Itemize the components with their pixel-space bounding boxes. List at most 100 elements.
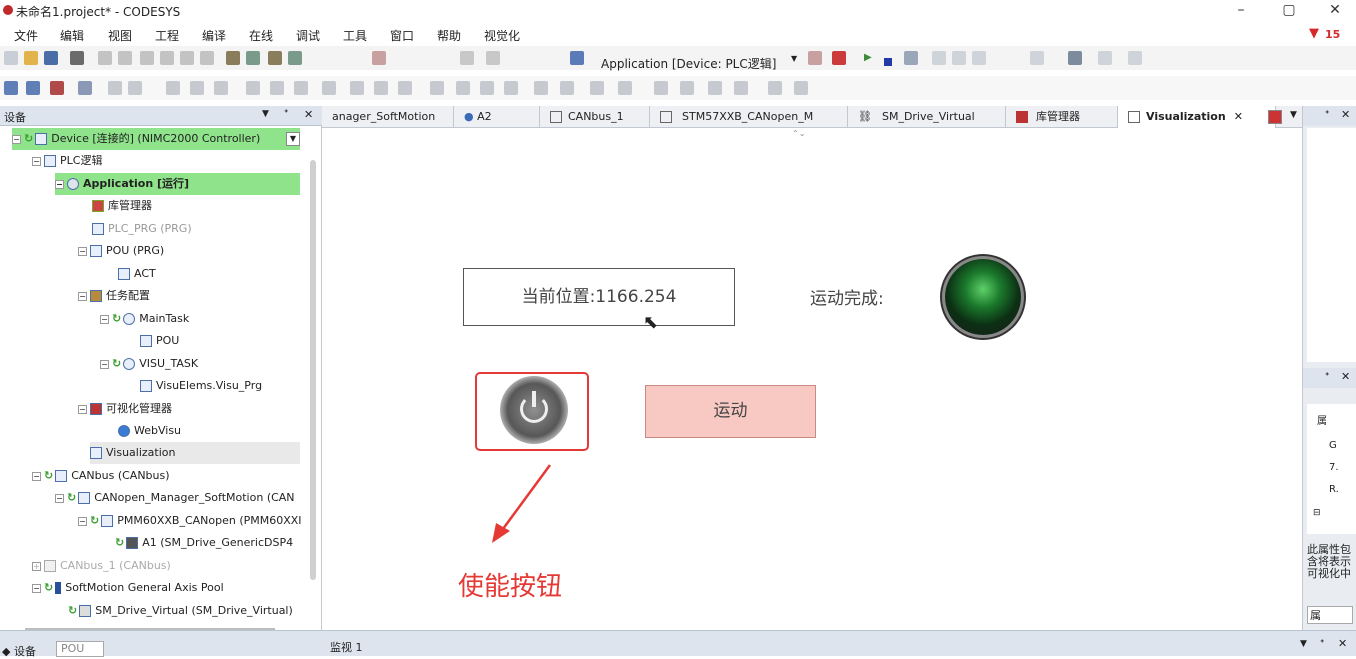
collapse-icon[interactable]: ⊟ bbox=[1313, 508, 1321, 518]
menu-view[interactable]: 视图 bbox=[108, 27, 132, 44]
same-height-icon[interactable] bbox=[374, 81, 388, 95]
copy-icon[interactable] bbox=[160, 51, 174, 65]
logout-icon[interactable] bbox=[832, 51, 846, 65]
table-col-icon[interactable] bbox=[794, 81, 808, 95]
visu-element-icon[interactable] bbox=[4, 81, 18, 95]
pin-icon[interactable]: ᐩ bbox=[284, 107, 288, 120]
order-backward-icon[interactable] bbox=[504, 81, 518, 95]
menu-help[interactable]: 帮助 bbox=[437, 27, 461, 44]
tree-item-device[interactable]: − ↻ Device [连接的] (NIMC2000 Controller) ▼ bbox=[12, 128, 300, 150]
tree-item-act[interactable]: ACT bbox=[118, 263, 156, 285]
tab-a2[interactable]: ● A2 bbox=[454, 106, 540, 128]
tree-scrollbar[interactable] bbox=[310, 160, 316, 580]
tab-close-icon[interactable]: ✕ bbox=[1234, 110, 1243, 123]
force-icon[interactable] bbox=[1030, 51, 1044, 65]
tree-item-visualization[interactable]: Visualization bbox=[90, 442, 300, 464]
replace-icon[interactable] bbox=[246, 51, 260, 65]
tree-item-task-config[interactable]: − 任务配置 bbox=[78, 285, 150, 307]
order-back-icon[interactable] bbox=[456, 81, 470, 95]
visu-icon[interactable] bbox=[570, 51, 584, 65]
dropdown-icon[interactable]: ▼ bbox=[791, 54, 797, 63]
same-size-icon[interactable] bbox=[398, 81, 412, 95]
watch-close-icon[interactable]: ✕ bbox=[1338, 637, 1347, 650]
pin-icon[interactable]: ᐩ bbox=[1325, 108, 1329, 121]
menu-visualization[interactable]: 视觉化 bbox=[484, 27, 520, 44]
menu-edit[interactable]: 编辑 bbox=[60, 27, 84, 44]
paste-format-icon[interactable] bbox=[680, 81, 694, 95]
prop-row[interactable]: 7. bbox=[1329, 462, 1339, 473]
panel-close-icon[interactable]: ✕ bbox=[1341, 108, 1350, 121]
align-center-icon[interactable] bbox=[190, 81, 204, 95]
save-icon[interactable] bbox=[44, 51, 58, 65]
visu-table-icon[interactable] bbox=[50, 81, 64, 95]
delete-icon[interactable] bbox=[200, 51, 214, 65]
start-icon[interactable]: ▶ bbox=[864, 52, 872, 63]
group-icon[interactable] bbox=[108, 81, 122, 95]
tree-item-library-manager[interactable]: 库管理器 bbox=[92, 195, 152, 217]
tree-item-webvisu[interactable]: WebVisu bbox=[118, 420, 181, 442]
step-over-icon[interactable] bbox=[932, 51, 946, 65]
menu-build[interactable]: 编译 bbox=[202, 27, 226, 44]
enable-power-button[interactable] bbox=[500, 376, 568, 444]
find-all-icon[interactable] bbox=[268, 51, 282, 65]
menu-tools[interactable]: 工具 bbox=[343, 27, 367, 44]
panel-close-icon[interactable]: ✕ bbox=[304, 108, 313, 121]
tree-item-maintask[interactable]: − ↻ MainTask bbox=[100, 308, 189, 330]
tab-visualization[interactable]: Visualization ✕ bbox=[1118, 106, 1276, 128]
frame-select-icon[interactable] bbox=[560, 81, 574, 95]
grid-icon[interactable] bbox=[534, 81, 548, 95]
tab-canbus-1[interactable]: CANbus_1 bbox=[540, 106, 650, 128]
stop-icon[interactable] bbox=[884, 58, 892, 66]
watch-pin-icon[interactable]: ᐩ bbox=[1320, 637, 1324, 650]
menu-file[interactable]: 文件 bbox=[14, 27, 38, 44]
cut-icon[interactable] bbox=[140, 51, 154, 65]
tree-item-a1[interactable]: ↻ A1 (SM_Drive_GenericDSP4 bbox=[115, 532, 293, 554]
tab-library-manager[interactable]: 库管理器 bbox=[1006, 106, 1118, 128]
align-bottom-icon[interactable] bbox=[294, 81, 308, 95]
visu-frame-icon[interactable] bbox=[26, 81, 40, 95]
watch-dropdown-icon[interactable]: ▼ bbox=[1300, 639, 1307, 649]
align-middle-icon[interactable] bbox=[270, 81, 284, 95]
tree-item-canopen-manager[interactable]: − ↻ CANopen_Manager_SoftMotion (CAN bbox=[55, 487, 295, 509]
build-icon[interactable] bbox=[372, 51, 386, 65]
tab-stm57xxb[interactable]: STM57XXB_CANopen_M bbox=[650, 106, 848, 128]
paste-icon[interactable] bbox=[180, 51, 194, 65]
panel-dropdown-icon[interactable]: ▼ bbox=[262, 109, 269, 119]
watch-icon[interactable] bbox=[1068, 51, 1082, 65]
tab-sm-drive-virtual[interactable]: ⛓ SM_Drive_Virtual bbox=[848, 106, 1006, 128]
same-width-icon[interactable] bbox=[350, 81, 364, 95]
order-front-icon[interactable] bbox=[430, 81, 444, 95]
tree-dropdown-icon[interactable]: ▼ bbox=[286, 132, 300, 146]
prop-row[interactable]: G bbox=[1329, 440, 1337, 451]
pin-icon[interactable]: ᐩ bbox=[1325, 370, 1329, 383]
template-icon[interactable] bbox=[618, 81, 632, 95]
lock-icon[interactable] bbox=[708, 81, 722, 95]
minimize-button[interactable]: – bbox=[1218, 0, 1264, 22]
redo-icon[interactable] bbox=[118, 51, 132, 65]
menu-online[interactable]: 在线 bbox=[249, 27, 273, 44]
tree-item-maintask-pou[interactable]: POU bbox=[140, 330, 179, 352]
tree-item-canbus-1[interactable]: + CANbus_1 (CANbus) bbox=[32, 555, 171, 577]
print-icon[interactable] bbox=[70, 51, 84, 65]
new-icon[interactable] bbox=[4, 51, 18, 65]
tree-item-sm-drive-virtual[interactable]: ↻ SM_Drive_Virtual (SM_Drive_Virtual) bbox=[68, 600, 293, 622]
tree-item-pou[interactable]: − POU (PRG) bbox=[78, 240, 164, 262]
tree-item-axis-pool[interactable]: − ↻ SoftMotion General Axis Pool bbox=[32, 577, 224, 599]
tab-canopen-manager[interactable]: anager_SoftMotion bbox=[322, 106, 454, 128]
prop-row[interactable]: R. bbox=[1329, 484, 1339, 495]
motion-button[interactable]: 运动 bbox=[645, 385, 816, 438]
write-icon[interactable] bbox=[1098, 51, 1112, 65]
align-top-icon[interactable] bbox=[246, 81, 260, 95]
tree-item-canbus[interactable]: − ↻ CANbus (CANbus) bbox=[32, 465, 170, 487]
reset-icon[interactable] bbox=[904, 51, 918, 65]
interface-icon[interactable] bbox=[590, 81, 604, 95]
ungroup-icon[interactable] bbox=[128, 81, 142, 95]
tree-item-visu-task[interactable]: − ↻ VISU_TASK bbox=[100, 353, 198, 375]
align-left-icon[interactable] bbox=[166, 81, 180, 95]
properties-tab-icon[interactable]: 属 bbox=[1307, 606, 1353, 624]
distribute-icon[interactable] bbox=[322, 81, 336, 95]
tree-item-application[interactable]: − Application [运行] bbox=[55, 173, 300, 195]
login-icon[interactable] bbox=[808, 51, 822, 65]
close-button[interactable]: ✕ bbox=[1312, 0, 1356, 22]
step-out-icon[interactable] bbox=[972, 51, 986, 65]
